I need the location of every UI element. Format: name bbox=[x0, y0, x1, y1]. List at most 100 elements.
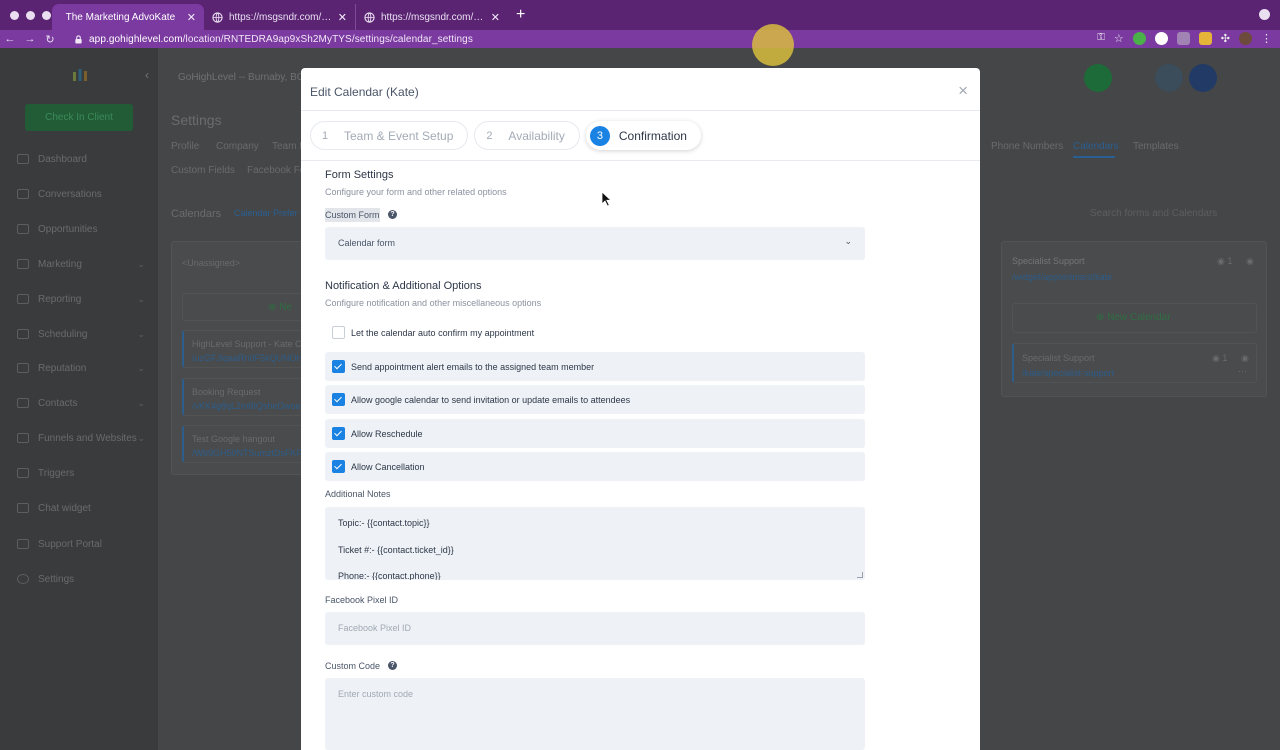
sidebar-item-triggers[interactable]: Triggers bbox=[17, 464, 145, 482]
sidebar-item-reporting[interactable]: Reporting ⌄ bbox=[17, 290, 145, 308]
profile-avatar-icon[interactable] bbox=[1239, 32, 1252, 45]
sidebar-item-reputation[interactable]: Reputation ⌄ bbox=[17, 359, 145, 377]
tab-custom-fields[interactable]: Custom Fields bbox=[171, 165, 235, 176]
calendar-card-link[interactable]: /Wb9GH50NTSumztDsFKFs bbox=[192, 448, 307, 458]
group-link[interactable]: /widget/appointment/kate bbox=[1012, 272, 1112, 282]
sidebar-item-opportunities[interactable]: Opportunities bbox=[17, 220, 145, 238]
calendars-title: Calendars bbox=[171, 208, 222, 220]
sidebar-item-label: Support Portal bbox=[38, 538, 102, 550]
calendar-card-link[interactable]: /vKK4g8qL2m8IQsheDwoe bbox=[192, 401, 301, 411]
help-icon[interactable] bbox=[1189, 64, 1217, 92]
option-allow-cancellation[interactable]: Allow Cancellation bbox=[325, 452, 865, 481]
sidebar-item-marketing[interactable]: Marketing ⌄ bbox=[17, 255, 145, 273]
step-confirmation[interactable]: 3 Confirmation bbox=[585, 121, 701, 150]
active-tab-indicator bbox=[1073, 156, 1115, 158]
tab-calendars[interactable]: Calendars bbox=[1073, 141, 1119, 152]
tab-profile[interactable]: Profile bbox=[171, 141, 199, 152]
option-alert-emails[interactable]: Send appointment alert emails to the ass… bbox=[325, 352, 865, 381]
custom-code-textarea[interactable]: Enter custom code bbox=[325, 678, 865, 750]
location-switcher[interactable]: GoHighLevel -- Burnaby, BC bbox=[178, 72, 304, 83]
sidebar-item-chat-widget[interactable]: Chat widget bbox=[17, 499, 145, 517]
extension-grid-icon[interactable] bbox=[1176, 32, 1190, 45]
calendar-preferences-link[interactable]: Calendar Prefer bbox=[234, 208, 298, 218]
reload-icon[interactable]: ↻ bbox=[40, 33, 60, 46]
tab-company[interactable]: Company bbox=[216, 141, 259, 152]
stepper: 1 Team & Event Setup 2 Availability 3 Co… bbox=[310, 121, 701, 150]
calendar-search-input[interactable]: Search forms and Calendars bbox=[1090, 208, 1217, 219]
maximize-window-button[interactable] bbox=[42, 10, 51, 20]
checkbox-checked[interactable] bbox=[332, 460, 345, 473]
star-icon[interactable]: ☆ bbox=[1114, 32, 1124, 45]
chevron-down-icon: ⌄ bbox=[137, 397, 145, 408]
notifications-subtitle: Configure notification and other miscell… bbox=[325, 298, 542, 308]
browser-tab-active[interactable]: The Marketing AdvoKate ✕ bbox=[52, 4, 204, 30]
extension-bar: ⚿ ☆ ✣ ⋮ bbox=[1097, 32, 1272, 45]
calendar-card-link[interactable]: /kate/specialist-support bbox=[1022, 368, 1114, 378]
more-options-icon[interactable]: ⋯ bbox=[1238, 366, 1247, 377]
edit-calendar-modal: Edit Calendar (Kate) × 1 Team & Event Se… bbox=[301, 68, 980, 750]
sidebar-item-conversations[interactable]: Conversations bbox=[17, 185, 145, 203]
calendar-options-icon[interactable]: ◉ bbox=[1241, 353, 1249, 364]
calendar-card-link[interactable]: /uzGFJiqaaRn0F5kQUNOH bbox=[192, 353, 303, 363]
tab-search-icon[interactable] bbox=[1259, 9, 1270, 20]
collapse-sidebar-icon[interactable]: ‹ bbox=[145, 68, 149, 82]
close-tab-icon[interactable]: ✕ bbox=[338, 11, 347, 24]
custom-form-select[interactable]: Calendar form ⌄ bbox=[325, 227, 865, 260]
tab-templates[interactable]: Templates bbox=[1133, 141, 1179, 152]
sidebar-item-support-portal[interactable]: Support Portal bbox=[17, 535, 145, 553]
group-menu-icon[interactable]: ◉ bbox=[1246, 256, 1254, 267]
sidebar-item-contacts[interactable]: Contacts ⌄ bbox=[17, 394, 145, 412]
puzzle-icon[interactable]: ✣ bbox=[1221, 32, 1230, 45]
minimize-window-button[interactable] bbox=[26, 10, 35, 20]
new-calendar-text: New Calendar bbox=[1107, 312, 1171, 323]
close-tab-icon[interactable]: ✕ bbox=[187, 11, 196, 24]
browser-tab[interactable]: https://msgsndr.com/widget/a ✕ bbox=[356, 4, 508, 30]
url-input[interactable]: app.gohighlevel.com/location/RNTEDRA9ap9… bbox=[89, 34, 473, 45]
facebook-pixel-input[interactable]: Facebook Pixel ID bbox=[325, 612, 865, 645]
star-icon bbox=[17, 363, 29, 373]
checkbox-checked[interactable] bbox=[332, 427, 345, 440]
lock-icon[interactable] bbox=[74, 34, 83, 44]
close-tab-icon[interactable]: ✕ bbox=[491, 11, 500, 24]
key-icon[interactable]: ⚿ bbox=[1097, 32, 1105, 45]
modal-title: Edit Calendar (Kate) bbox=[310, 85, 419, 99]
url-domain: app.gohighlevel.com bbox=[89, 33, 183, 45]
option-allow-reschedule[interactable]: Allow Reschedule bbox=[325, 419, 865, 448]
close-icon[interactable]: × bbox=[958, 82, 968, 99]
extension-shield-icon[interactable] bbox=[1198, 32, 1212, 45]
step-availability[interactable]: 2 Availability bbox=[474, 121, 580, 150]
new-tab-icon[interactable]: + bbox=[516, 6, 525, 24]
sidebar-item-funnels[interactable]: Funnels and Websites ⌄ bbox=[17, 429, 145, 447]
browser-tab[interactable]: https://msgsndr.com/widget/a ✕ bbox=[204, 4, 356, 30]
option-auto-confirm[interactable]: Let the calendar auto confirm my appoint… bbox=[325, 318, 865, 347]
sidebar-item-dashboard[interactable]: Dashboard bbox=[17, 150, 145, 168]
close-window-button[interactable] bbox=[10, 10, 19, 20]
calendar-card-title: Booking Request bbox=[192, 387, 261, 397]
app-logo-icon bbox=[73, 69, 87, 81]
resize-handle-icon[interactable] bbox=[857, 572, 863, 578]
sidebar-item-scheduling[interactable]: Scheduling ⌄ bbox=[17, 325, 145, 343]
switch-icon[interactable] bbox=[1155, 64, 1183, 92]
chat-icon bbox=[17, 189, 29, 199]
checkbox-checked[interactable] bbox=[332, 393, 345, 406]
browser-menu-icon[interactable]: ⋮ bbox=[1261, 32, 1272, 45]
phone-icon[interactable] bbox=[1084, 64, 1112, 92]
back-icon[interactable]: ← bbox=[0, 33, 20, 45]
additional-notes-textarea[interactable]: Topic:- {{contact.topic}} Ticket #:- {{c… bbox=[325, 507, 865, 580]
help-icon[interactable]: ? bbox=[388, 661, 397, 670]
check-in-button[interactable]: Check In Client bbox=[25, 104, 133, 131]
tab-phone-numbers[interactable]: Phone Numbers bbox=[991, 141, 1063, 152]
extension-green-icon[interactable] bbox=[1132, 32, 1146, 45]
tasks-icon[interactable] bbox=[1121, 64, 1149, 92]
extension-dots-icon[interactable] bbox=[1154, 32, 1168, 45]
divider bbox=[301, 160, 980, 161]
step-team-event-setup[interactable]: 1 Team & Event Setup bbox=[310, 121, 469, 150]
forward-icon[interactable]: → bbox=[20, 33, 40, 45]
tab-facebook-forms[interactable]: Facebook For bbox=[247, 165, 309, 176]
checkbox-unchecked[interactable] bbox=[332, 326, 345, 339]
option-google-invitations[interactable]: Allow google calendar to send invitation… bbox=[325, 385, 865, 414]
sidebar-item-settings[interactable]: Settings bbox=[17, 570, 145, 588]
checkbox-checked[interactable] bbox=[332, 360, 345, 373]
help-icon[interactable]: ? bbox=[388, 210, 397, 219]
window-controls[interactable] bbox=[0, 10, 52, 20]
